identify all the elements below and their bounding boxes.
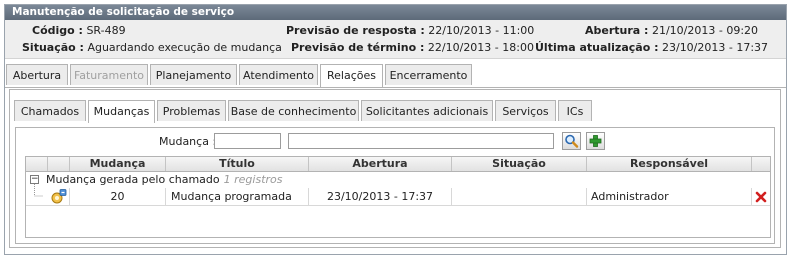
delete-icon[interactable] [755,191,767,203]
tab-mudancas[interactable]: Mudanças [88,100,155,123]
change-icon[interactable] [50,188,68,205]
tab-atendimento[interactable]: Atendimento [239,64,318,85]
tab-faturamento[interactable]: Faturamento [70,64,148,85]
group-count: 1 registros [223,173,283,186]
search-button[interactable] [562,132,581,150]
column-abertura[interactable]: Abertura [309,157,452,171]
tab-problemas[interactable]: Problemas [157,100,226,121]
main-tabs: Abertura Faturamento Planejamento Atendi… [5,64,786,87]
column-situacao[interactable]: Situação [452,157,587,171]
group-title: Mudança gerada pelo chamado [46,173,220,186]
ultima-atualizacao-value: 23/10/2013 - 17:37 [661,41,769,54]
situacao-label: Situação : [22,41,84,54]
table-row[interactable]: 20 Mudança programada 23/10/2013 - 17:37… [26,188,770,206]
previsao-termino-field: Previsão de término : 22/10/2013 - 18:00 [291,41,534,55]
previsao-resposta-value: 22/10/2013 - 11:00 [428,24,535,37]
cell-mudanca: 20 [70,188,166,205]
mudancas-panel: Mudança : Mudança Título Abertura Situaç… [15,127,775,244]
tab-chamados[interactable]: Chamados [14,100,86,121]
tab-planejamento[interactable]: Planejamento [150,64,237,85]
previsao-resposta-label: Previsão de resposta : [286,24,425,37]
situacao-value: Aguardando execução de mudança [87,41,282,54]
situacao-field: Situação : Aguardando execução de mudanç… [22,41,282,55]
mudanca-code-input[interactable] [214,133,281,149]
service-request-panel: Manutenção de solicitação de serviço Cód… [4,4,787,255]
mudancas-grid: Mudança Título Abertura Situação Respons… [25,156,771,238]
panel-title: Manutenção de solicitação de serviço [5,5,786,20]
collapse-toggle[interactable]: − [30,175,39,184]
add-mudanca-button[interactable] [586,132,605,150]
codigo-value: SR-489 [86,24,126,37]
grid-header-icon [48,157,70,171]
column-titulo[interactable]: Título [166,157,309,171]
mudanca-search-label: Mudança : [159,135,217,148]
cell-abertura: 23/10/2013 - 17:37 [309,188,452,205]
cell-responsavel: Administrador [587,188,752,205]
tab-relacoes[interactable]: Relações [320,64,383,87]
cell-situacao [452,188,587,205]
previsao-resposta-field: Previsão de resposta : 22/10/2013 - 11:0… [286,24,534,38]
tab-ics[interactable]: ICs [558,100,592,121]
grid-header-actions [752,157,770,171]
tab-servicos[interactable]: Serviços [495,100,556,121]
tab-abertura[interactable]: Abertura [6,64,68,85]
ultima-atualizacao-field: Última atualização : 23/10/2013 - 17:37 [535,41,768,55]
add-icon [589,135,602,147]
tab-encerramento[interactable]: Encerramento [385,64,472,85]
cell-titulo: Mudança programada [166,188,309,205]
codigo-label: Código : [32,24,83,37]
tab-solicitantes-adicionais[interactable]: Solicitantes adicionais [361,100,493,121]
abertura-value: 21/10/2013 - 09:20 [651,24,759,37]
tabs-divider [5,87,786,88]
grid-header-spacer [26,157,48,171]
previsao-termino-value: 22/10/2013 - 18:00 [427,41,534,54]
abertura-label: Abertura : [585,24,649,37]
mudanca-search-input[interactable] [288,133,554,149]
relations-content: Chamados Mudanças Problemas Base de conh… [9,89,781,248]
tab-base-conhecimento[interactable]: Base de conhecimento [228,100,359,121]
column-responsavel[interactable]: Responsável [587,157,752,171]
request-summary: Código : SR-489 Situação : Aguardando ex… [5,20,786,59]
row-actions [752,188,770,205]
previsao-termino-label: Previsão de término : [291,41,425,54]
abertura-field: Abertura : 21/10/2013 - 09:20 [585,24,758,38]
group-row: − Mudança gerada pelo chamado 1 registros [26,172,770,197]
grid-header: Mudança Título Abertura Situação Respons… [26,157,770,172]
search-icon [565,134,579,148]
column-mudanca[interactable]: Mudança [70,157,166,171]
codigo-field: Código : SR-489 [32,24,126,38]
row-spacer [26,188,48,205]
relations-sub-tabs: Chamados Mudanças Problemas Base de conh… [10,100,780,123]
ultima-atualizacao-label: Última atualização : [535,41,659,54]
row-icon-cell [48,188,70,205]
group-label: Mudança gerada pelo chamado 1 registros [46,172,283,187]
